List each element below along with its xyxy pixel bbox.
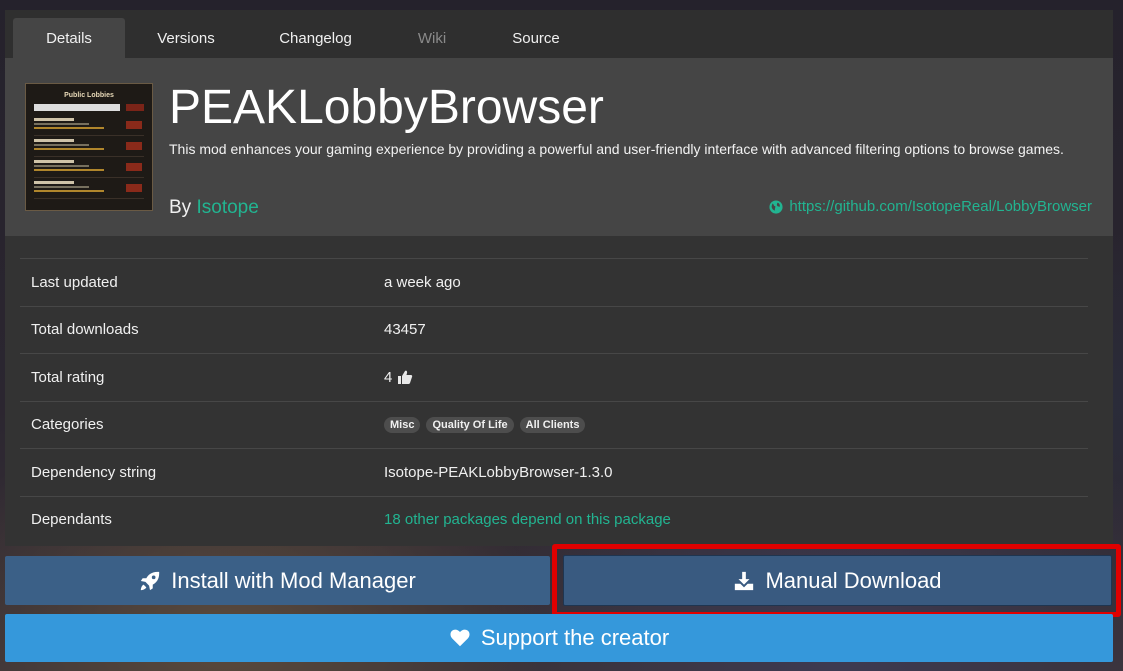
thumbs-up-icon[interactable] <box>397 369 413 385</box>
rating-count: 4 <box>384 368 393 386</box>
heart-icon <box>450 629 470 647</box>
table-row: Dependency string Isotope-PEAKLobbyBrows… <box>20 448 1088 496</box>
globe-icon <box>769 199 783 214</box>
tab-wiki[interactable]: Wiki <box>398 18 466 58</box>
category-badge-all-clients[interactable]: All Clients <box>519 416 586 433</box>
dependants-link[interactable]: 18 other packages depend on this package <box>384 497 671 544</box>
dependency-string-label: Dependency string <box>31 463 157 481</box>
tab-versions[interactable]: Versions <box>135 18 237 58</box>
website-link[interactable]: https://github.com/IsotopeReal/LobbyBrow… <box>769 198 1092 215</box>
categories-label: Categories <box>31 416 104 434</box>
categories-value: Misc Quality Of Life All Clients <box>384 402 586 449</box>
tab-details[interactable]: Details <box>13 18 125 58</box>
manual-download-label: Manual Download <box>765 567 942 593</box>
support-button-label: Support the creator <box>480 625 670 650</box>
dependency-string-value: Isotope-PEAKLobbyBrowser-1.3.0 <box>384 463 613 481</box>
package-panel: Details Versions Changelog Wiki Source P… <box>5 10 1113 546</box>
tab-changelog[interactable]: Changelog <box>257 18 374 58</box>
package-thumbnail: Public Lobbies <box>25 83 153 211</box>
install-with-mod-manager-button[interactable]: Install with Mod Manager <box>5 556 550 605</box>
tab-bar: Details Versions Changelog Wiki Source <box>5 10 1113 58</box>
total-rating-label: Total rating <box>31 368 105 386</box>
tab-source[interactable]: Source <box>492 18 580 58</box>
category-badge-quality-of-life[interactable]: Quality Of Life <box>426 416 514 433</box>
table-row: Dependants 18 other packages depend on t… <box>20 495 1088 544</box>
total-downloads-value: 43457 <box>384 321 426 339</box>
package-header: Public Lobbies PEAKLobbyBrowser This mod… <box>5 58 1113 236</box>
table-row: Total downloads 43457 <box>20 305 1088 354</box>
total-rating-value: 4 <box>384 354 413 401</box>
by-label: By <box>169 197 192 218</box>
last-updated-value: a week ago <box>384 273 461 291</box>
total-downloads-label: Total downloads <box>31 321 139 339</box>
thumbnail-title: Public Lobbies <box>64 92 114 99</box>
table-row: Total rating 4 <box>20 353 1088 401</box>
details-table: Last updated a week ago Total downloads … <box>20 258 1088 543</box>
download-icon <box>735 571 754 590</box>
category-badge-misc[interactable]: Misc <box>384 416 421 433</box>
install-button-label: Install with Mod Manager <box>171 567 416 593</box>
table-row: Categories Misc Quality Of Life All Clie… <box>20 400 1088 449</box>
rocket-icon <box>141 571 160 590</box>
support-creator-button[interactable]: Support the creator <box>5 614 1113 662</box>
package-title: PEAKLobbyBrowser <box>169 81 604 134</box>
manual-download-button[interactable]: Manual Download <box>563 555 1112 606</box>
table-row: Last updated a week ago <box>20 258 1088 306</box>
dependants-label: Dependants <box>31 511 112 529</box>
author-byline: By Isotope <box>169 197 259 219</box>
author-link[interactable]: Isotope <box>196 197 258 218</box>
last-updated-label: Last updated <box>31 273 118 291</box>
website-url: https://github.com/IsotopeReal/LobbyBrow… <box>789 198 1092 215</box>
package-description: This mod enhances your gaming experience… <box>169 141 1064 157</box>
